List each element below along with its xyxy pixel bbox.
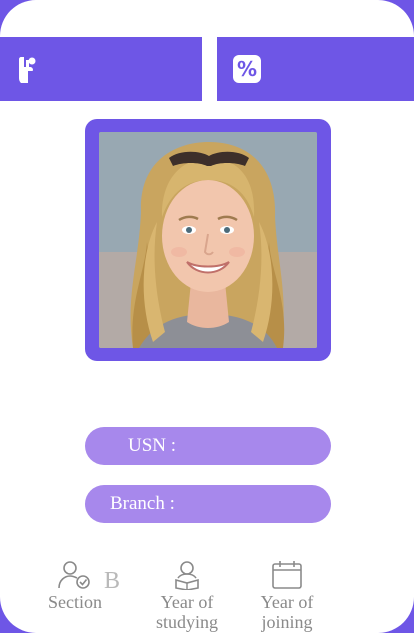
year-of-joining-tab[interactable]: Year of joining [239,560,335,632]
year-of-studying-label: Year of studying [155,592,218,632]
profile-photo [99,132,317,348]
year-of-joining-label: Year of joining [260,592,314,632]
percent-icon: % [233,55,261,83]
student-reading-icon [175,561,199,590]
section-label: Section [48,592,102,612]
branch-field: Branch : [85,485,331,523]
attendance-button[interactable] [0,37,202,101]
hand-raise-icon [19,57,36,83]
marks-button[interactable]: % [217,37,414,101]
usn-field: USN : [85,427,331,465]
usn-label: USN : [128,435,177,456]
branch-label: Branch : [110,493,175,514]
calendar-icon [272,561,302,589]
student-portrait-image [99,132,317,348]
user-check-icon [58,561,90,589]
section-value: B [104,568,121,594]
profile-photo-frame [85,119,331,361]
profile-card: % USN: Branch: Section B Year of study… [0,0,414,633]
year-of-studying-tab[interactable]: Year of studying [139,560,235,632]
